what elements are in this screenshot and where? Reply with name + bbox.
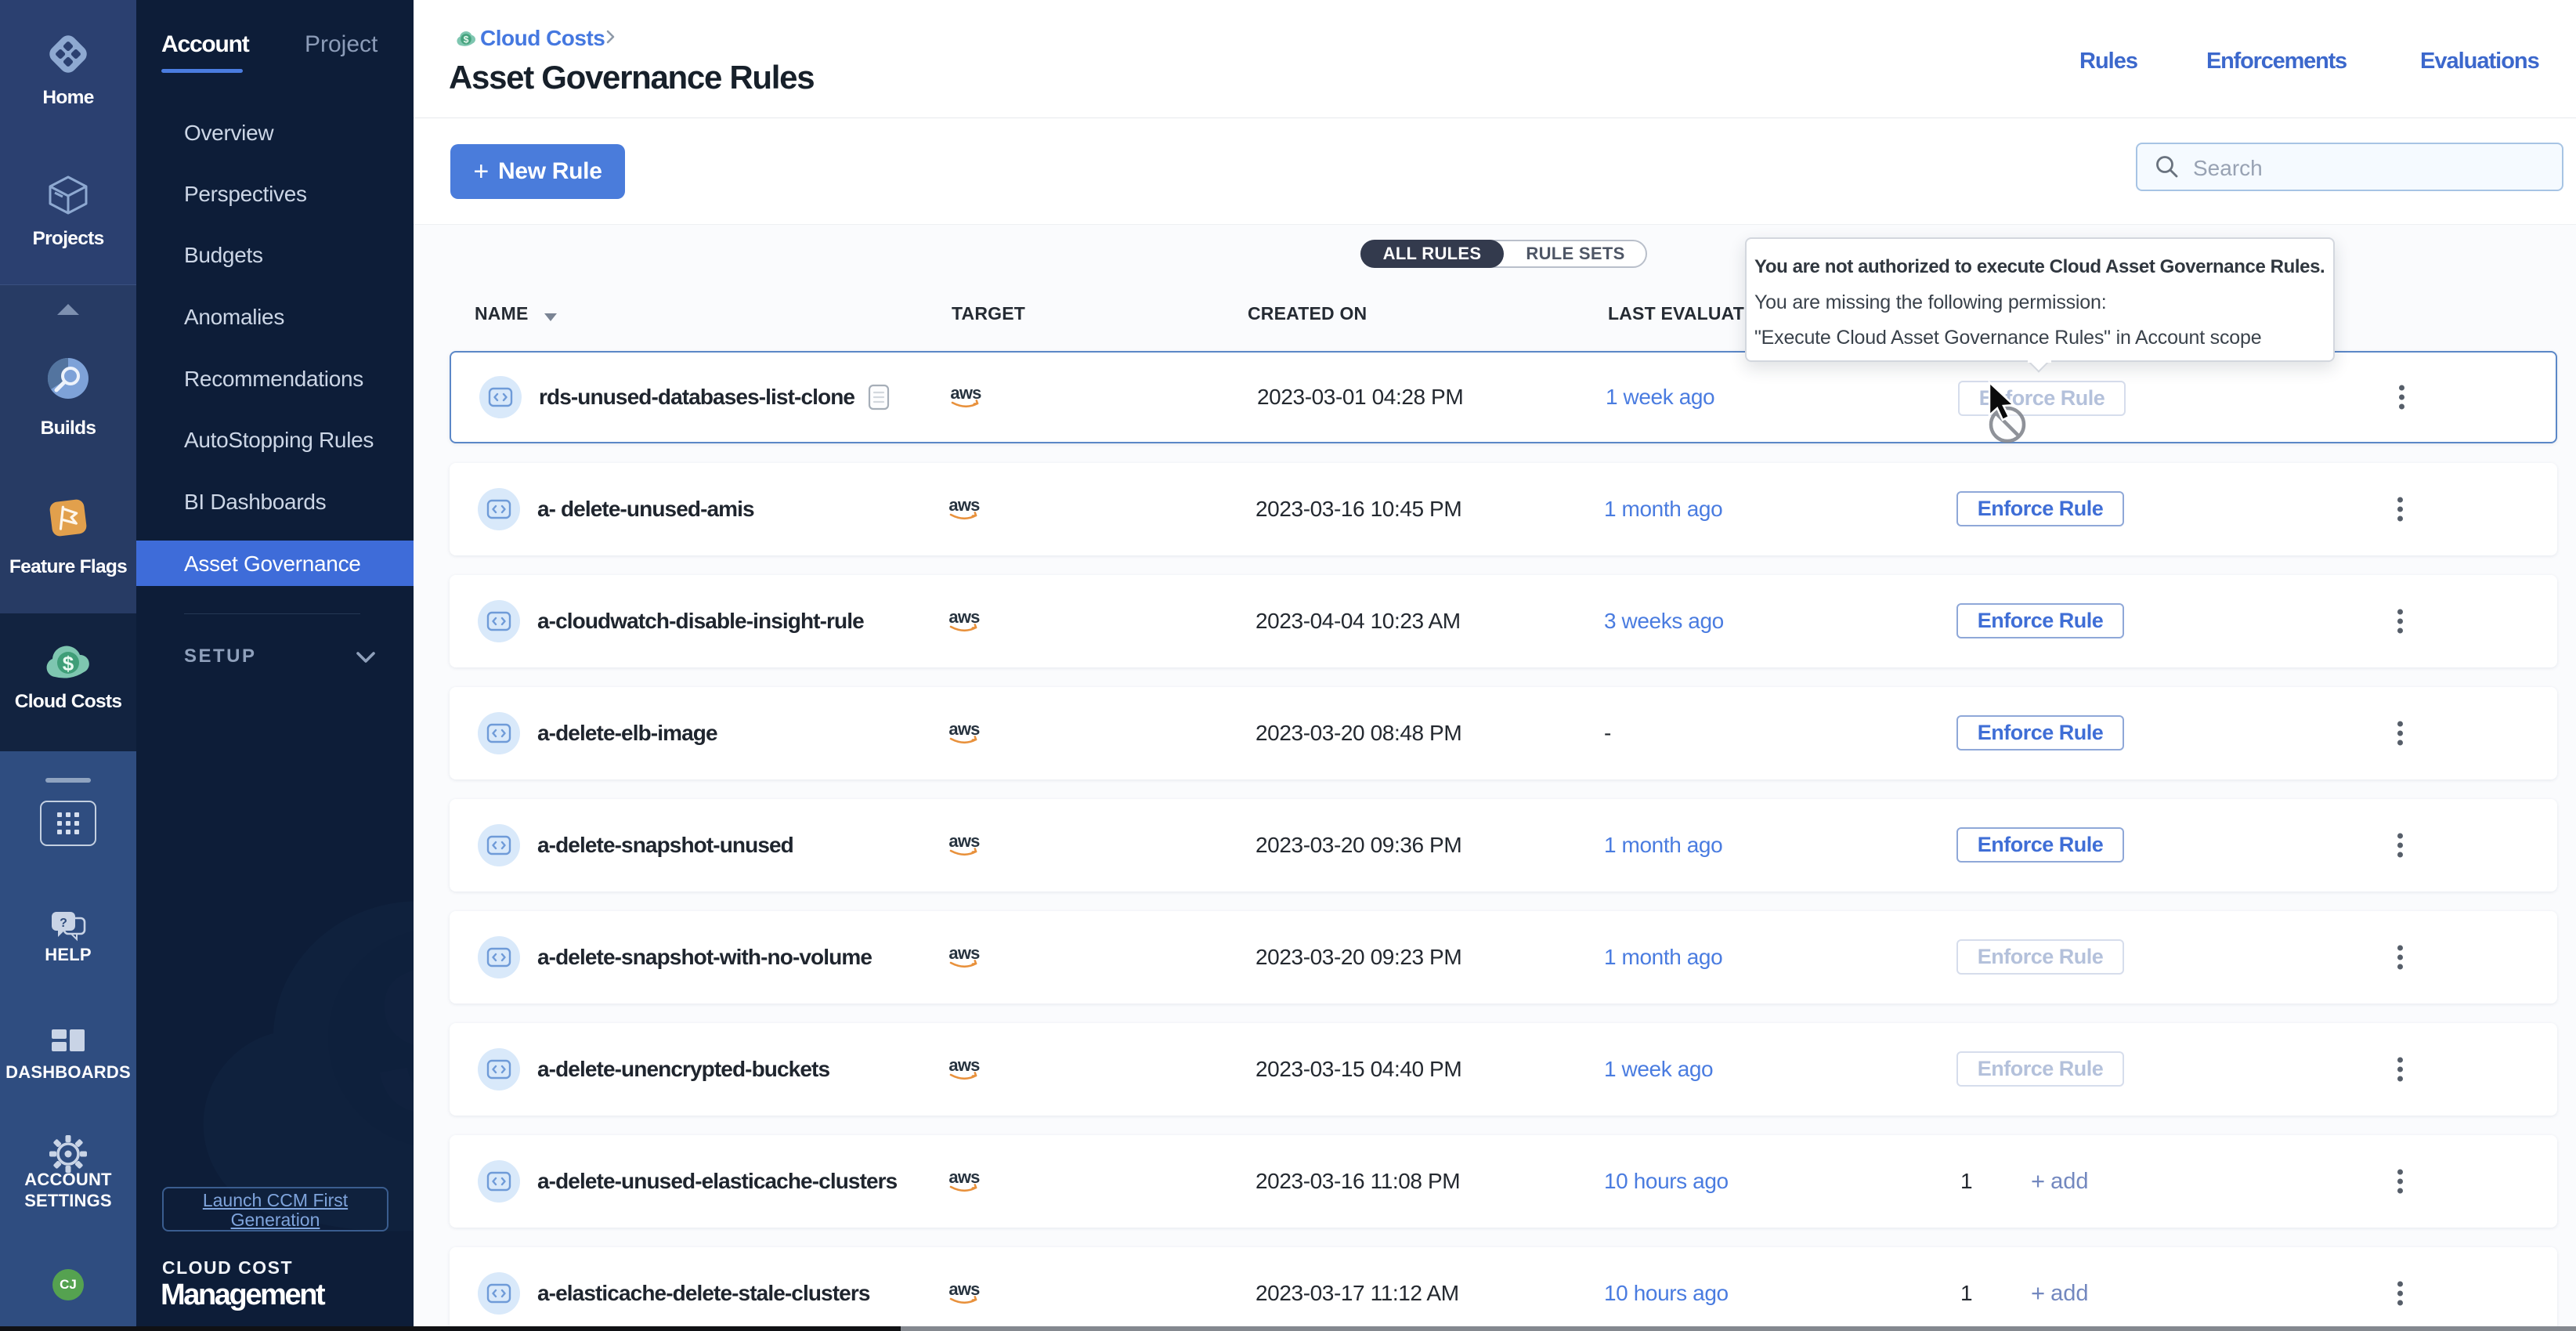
svg-text:$: $ bbox=[464, 34, 469, 45]
svg-text:$: $ bbox=[63, 652, 74, 675]
svg-text:?: ? bbox=[60, 917, 67, 930]
svg-text:$: $ bbox=[377, 919, 414, 1163]
